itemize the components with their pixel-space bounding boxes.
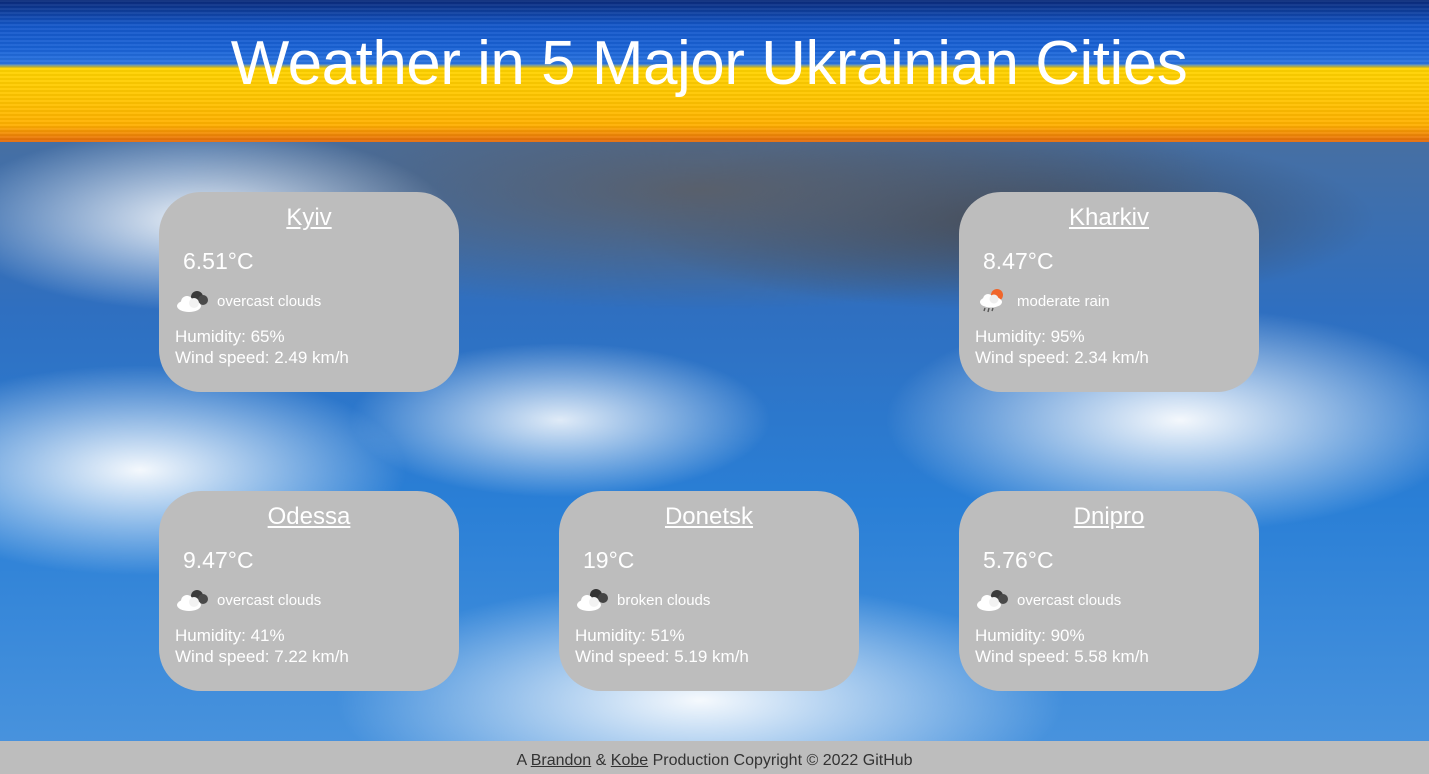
humidity: Humidity: 51%: [575, 626, 685, 645]
stats: Humidity: 65% Wind speed: 2.49 km/h: [175, 326, 349, 368]
overcast-clouds-icon: [175, 587, 211, 613]
wind-speed: Wind speed: 5.19 km/h: [575, 647, 749, 666]
city-link-dnipro[interactable]: Dnipro: [959, 503, 1259, 531]
page-title: Weather in 5 Major Ukrainian Cities: [230, 29, 1188, 98]
weather-card-kharkiv: Kharkiv 8.47°C moderate rain Humidity: 9…: [959, 192, 1259, 392]
condition-row: moderate rain: [975, 288, 1110, 314]
wind-speed: Wind speed: 2.34 km/h: [975, 348, 1149, 367]
condition-text: overcast clouds: [217, 591, 322, 609]
condition-text: overcast clouds: [1017, 591, 1122, 609]
wind-speed: Wind speed: 5.58 km/h: [975, 647, 1149, 666]
city-link-donetsk[interactable]: Donetsk: [559, 503, 859, 531]
city-link-odessa[interactable]: Odessa: [159, 503, 459, 531]
stats: Humidity: 90% Wind speed: 5.58 km/h: [975, 625, 1149, 667]
footer-prefix: A: [516, 752, 527, 769]
humidity: Humidity: 41%: [175, 626, 285, 645]
condition-text: broken clouds: [617, 591, 711, 609]
moderate-rain-icon: [975, 288, 1011, 314]
temperature: 5.76°C: [983, 547, 1054, 573]
author-link-brandon[interactable]: Brandon: [531, 752, 592, 769]
temperature: 19°C: [583, 547, 635, 573]
humidity: Humidity: 90%: [975, 626, 1085, 645]
overcast-clouds-icon: [175, 288, 211, 314]
footer: A Brandon & Kobe Production Copyright © …: [0, 741, 1429, 774]
weather-card-kyiv: Kyiv 6.51°C overcast clouds Humidity: 65…: [159, 192, 459, 392]
broken-clouds-icon: [575, 587, 611, 613]
condition-row: broken clouds: [575, 587, 710, 613]
wind-speed: Wind speed: 7.22 km/h: [175, 647, 349, 666]
author-link-kobe[interactable]: Kobe: [611, 752, 648, 769]
weather-card-dnipro: Dnipro 5.76°C overcast clouds Humidity: …: [959, 491, 1259, 691]
humidity: Humidity: 65%: [175, 327, 285, 346]
stats: Humidity: 41% Wind speed: 7.22 km/h: [175, 625, 349, 667]
header-banner: Weather in 5 Major Ukrainian Cities: [0, 0, 1429, 142]
stats: Humidity: 95% Wind speed: 2.34 km/h: [975, 326, 1149, 368]
condition-row: overcast clouds: [175, 587, 321, 613]
condition-row: overcast clouds: [975, 587, 1121, 613]
footer-amp: &: [595, 752, 607, 769]
footer-copyright: Production Copyright © 2022 GitHub: [652, 752, 913, 769]
temperature: 8.47°C: [983, 248, 1054, 274]
city-link-kyiv[interactable]: Kyiv: [159, 204, 459, 232]
condition-text: moderate rain: [1017, 292, 1110, 310]
wind-speed: Wind speed: 2.49 km/h: [175, 348, 349, 367]
weather-card-odessa: Odessa 9.47°C overcast clouds Humidity: …: [159, 491, 459, 691]
weather-card-donetsk: Donetsk 19°C broken clouds Humidity: 51%…: [559, 491, 859, 691]
condition-row: overcast clouds: [175, 288, 321, 314]
condition-text: overcast clouds: [217, 292, 322, 310]
stats: Humidity: 51% Wind speed: 5.19 km/h: [575, 625, 749, 667]
temperature: 6.51°C: [183, 248, 254, 274]
overcast-clouds-icon: [975, 587, 1011, 613]
humidity: Humidity: 95%: [975, 327, 1085, 346]
city-link-kharkiv[interactable]: Kharkiv: [959, 204, 1259, 232]
temperature: 9.47°C: [183, 547, 254, 573]
